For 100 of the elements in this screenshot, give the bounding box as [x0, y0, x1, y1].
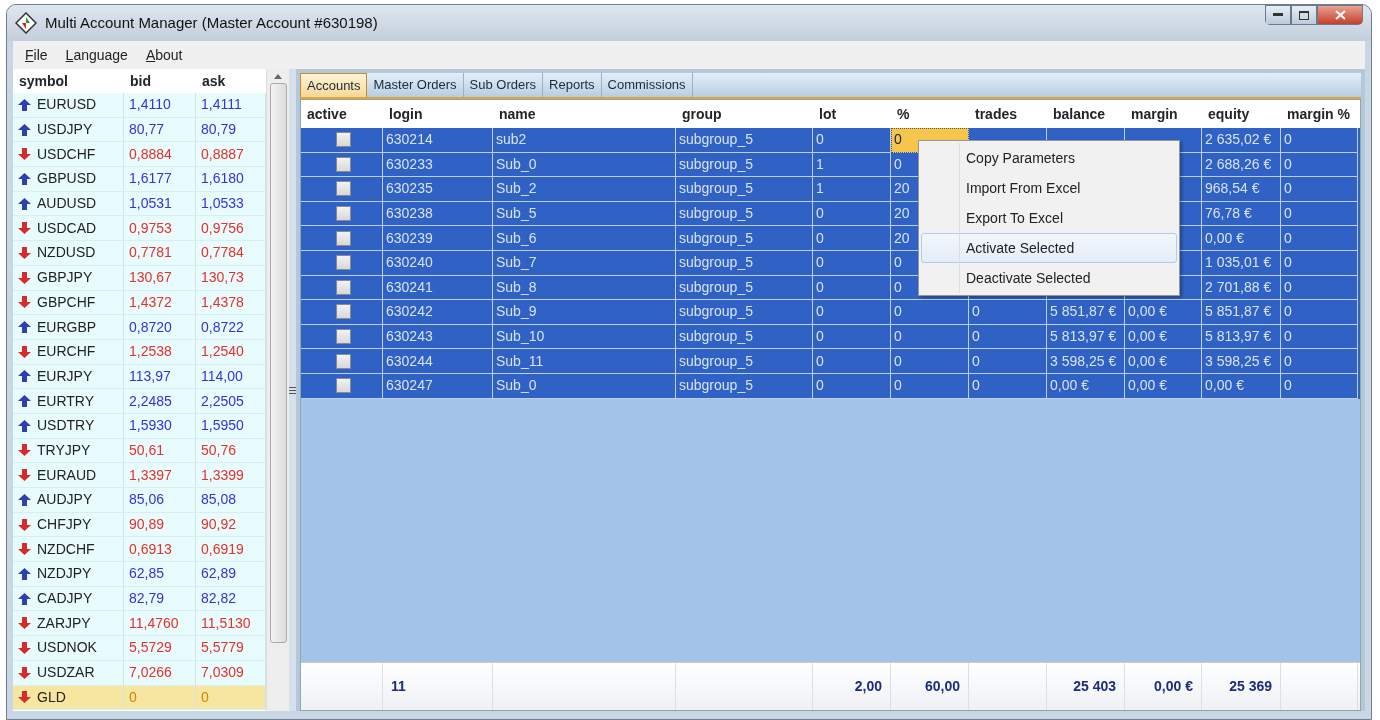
checkbox[interactable] [335, 255, 351, 271]
table-cell-text: 5 851,87 € [1050, 302, 1117, 322]
bid-price: 82,79 [129, 589, 165, 609]
quote-row[interactable]: EURGBP 0,8720 0,8722 [13, 315, 266, 340]
scrollbar-thumb[interactable] [269, 83, 287, 643]
column-header: equity [1207, 104, 1251, 124]
table-cell-text: 0 [816, 228, 824, 248]
menu-item[interactable]: Language [65, 44, 128, 66]
bid-price: 1,2538 [129, 342, 172, 362]
symbol-text: USDCHF [37, 144, 96, 164]
tab[interactable]: Commissions [601, 73, 693, 97]
quote-row[interactable]: USDCHF 0,8884 0,8887 [13, 142, 266, 168]
column-header: bid [129, 71, 152, 91]
table-cell-text: 0,00 € [1205, 376, 1244, 396]
table-cell-text: 0 [1284, 204, 1292, 224]
quote-row[interactable]: AUDJPY 85,06 85,08 [13, 488, 266, 513]
quote-row[interactable]: USDCAD 0,9753 0,9756 [13, 216, 266, 242]
checkbox[interactable] [335, 353, 351, 369]
ask-price: 1,0533 [201, 194, 244, 214]
quote-row[interactable]: EURJPY 113,97 114,00 [13, 364, 266, 390]
scrollbar[interactable] [266, 69, 289, 711]
ask-price: 0 [201, 687, 209, 707]
symbol-text: USDTRY [37, 416, 95, 436]
table-cell-text: subgroup_5 [679, 130, 753, 150]
bid-price: 0,8720 [129, 317, 172, 337]
symbol-text: AUDJPY [37, 490, 93, 510]
app-logo-icon [15, 12, 37, 34]
symbol-text: CADJPY [37, 589, 93, 609]
checkbox[interactable] [335, 181, 351, 197]
quote-row[interactable]: AUDUSD 1,0531 1,0533 [13, 191, 266, 217]
tab[interactable]: Reports [543, 73, 602, 97]
table-cell-text: Sub_2 [496, 179, 537, 199]
maximize-button[interactable] [1291, 5, 1317, 25]
quote-row[interactable]: USDTRY 1,5930 1,5950 [13, 413, 266, 439]
close-button[interactable] [1317, 5, 1363, 25]
quote-row[interactable]: GLD 0 0 [13, 685, 266, 711]
bid-price: 0 [129, 687, 137, 707]
menu-item[interactable]: About [145, 44, 183, 66]
table-cell-text: 0,00 € [1128, 351, 1167, 371]
total-value: 25 369 [1229, 677, 1272, 696]
bid-price: 0,6913 [129, 539, 172, 559]
table-row[interactable]: 630244 Sub_11 subgroup_5 0 0 0 3 598,25 € 0,00 € 3 598,25 € 0 [301, 349, 1360, 374]
table-cell-text: 0,00 € [1128, 376, 1167, 396]
table-row[interactable]: 630243 Sub_10 subgroup_5 0 0 0 5 813,97 € 0,00 € 5 813,97 € 0 [301, 324, 1360, 350]
checkbox[interactable] [335, 378, 351, 394]
symbol-text: EURTRY [37, 391, 95, 411]
ask-price: 82,82 [201, 589, 237, 609]
table-row[interactable]: 630247 Sub_0 subgroup_5 0 0 0 0,00 € 0,00 € 0,00 € 0 [301, 373, 1360, 399]
bid-price: 1,3397 [129, 465, 172, 485]
quote-row[interactable]: EURTRY 2,2485 2,2505 [13, 389, 266, 414]
checkbox[interactable] [335, 206, 351, 222]
table-row[interactable]: 630242 Sub_9 subgroup_5 0 0 0 5 851,87 € 0,00 € 5 851,87 € 0 [301, 300, 1360, 325]
table-cell-text: Sub_8 [496, 277, 537, 297]
checkbox[interactable] [335, 329, 351, 345]
checkbox[interactable] [335, 230, 351, 246]
quote-row[interactable]: CHFJPY 90,89 90,92 [13, 512, 266, 538]
quote-row[interactable]: GBPJPY 130,67 130,73 [13, 265, 266, 291]
table-cell-text: 630214 [386, 130, 433, 150]
quote-row[interactable]: NZDJPY 62,85 62,89 [13, 562, 266, 587]
column-header: margin % [1286, 104, 1351, 124]
quote-row[interactable]: EURUSD 1,4110 1,4111 [13, 93, 266, 118]
window-title: Multi Account Manager (Master Account #630198) [45, 12, 378, 33]
table-cell-text: 0 [894, 302, 902, 322]
quote-row[interactable]: USDNOK 5,5729 5,5779 [13, 636, 266, 661]
table-cell-text: 0 [894, 130, 902, 150]
checkbox[interactable] [335, 156, 351, 172]
quote-row[interactable]: CADJPY 82,79 82,82 [13, 586, 266, 612]
symbol-text: EURJPY [37, 366, 93, 386]
quote-row[interactable]: EURAUD 1,3397 1,3399 [13, 463, 266, 488]
minimize-button[interactable] [1265, 5, 1291, 25]
menu-item[interactable]: File [25, 44, 48, 66]
quote-row[interactable]: NZDUSD 0,7781 0,7784 [13, 241, 266, 266]
column-header: trades [974, 104, 1019, 124]
checkbox[interactable] [335, 279, 351, 295]
table-cell-text: 1 [816, 179, 824, 199]
symbol-text: USDZAR [37, 663, 95, 683]
table-cell-text: 0 [816, 351, 824, 371]
symbol-text: USDJPY [37, 120, 93, 140]
table-cell-text: 0,00 € [1128, 327, 1167, 347]
quote-row[interactable]: EURCHF 1,2538 1,2540 [13, 339, 266, 365]
quote-row[interactable]: GBPCHF 1,4372 1,4378 [13, 290, 266, 316]
symbol-text: NZDUSD [37, 243, 96, 263]
bid-price: 5,5729 [129, 638, 172, 658]
checkbox[interactable] [335, 304, 351, 320]
table-cell-text: Sub_5 [496, 204, 537, 224]
quote-row[interactable]: USDJPY 80,77 80,79 [13, 117, 266, 143]
symbol-text: GBPUSD [37, 169, 97, 189]
menu-item[interactable]: Activate Selected [921, 233, 1177, 263]
tab[interactable]: Accounts [300, 73, 368, 97]
tab[interactable]: Master Orders [367, 73, 464, 97]
quote-row[interactable]: TRYJPY 50,61 50,76 [13, 438, 266, 464]
quote-row[interactable]: USDZAR 7,0266 7,0309 [13, 660, 266, 686]
table-cell-text: 3 598,25 € [1050, 351, 1117, 371]
quote-row[interactable]: GBPUSD 1,6177 1,6180 [13, 167, 266, 192]
ask-price: 85,08 [201, 490, 237, 510]
tab[interactable]: Sub Orders [463, 73, 544, 97]
table-cell-text: 0 [816, 277, 824, 297]
checkbox[interactable] [335, 132, 351, 148]
quote-row[interactable]: ZARJPY 11,4760 11,5130 [13, 611, 266, 637]
quote-row[interactable]: NZDCHF 0,6913 0,6919 [13, 537, 266, 563]
